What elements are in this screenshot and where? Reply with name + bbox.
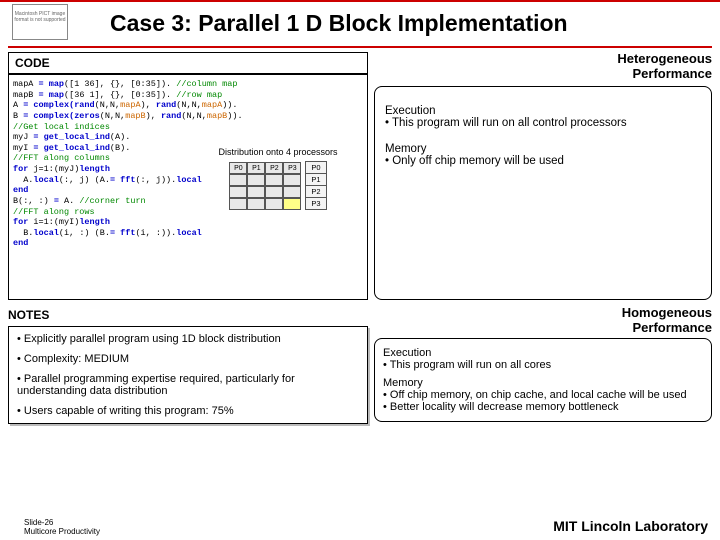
code-header: CODE bbox=[8, 52, 368, 74]
hetero-column: Heterogeneous Performance Execution • Th… bbox=[374, 52, 712, 300]
homo-exec-h: Execution bbox=[383, 347, 703, 359]
pict-placeholder: Macintosh PICT image format is not suppo… bbox=[12, 4, 68, 40]
notes-body: • Explicitly parallel program using 1D b… bbox=[8, 326, 368, 424]
footer-sub: Multicore Productivity bbox=[24, 527, 100, 536]
red-underline bbox=[8, 46, 712, 48]
homo-exec-b: • This program will run on all cores bbox=[383, 359, 703, 371]
slide-number: Slide-26 bbox=[24, 518, 100, 527]
hetero-exec-h: Execution bbox=[385, 105, 701, 117]
homo-column: Homogeneous Performance Execution • This… bbox=[374, 306, 712, 424]
row-top: CODE mapA = map([1 36], {}, [0:35]). //c… bbox=[8, 52, 712, 300]
footer-lab: MIT Lincoln Laboratory bbox=[553, 518, 708, 534]
hetero-header: Heterogeneous Performance bbox=[374, 52, 712, 82]
code-column: CODE mapA = map([1 36], {}, [0:35]). //c… bbox=[8, 52, 368, 300]
content-area: CODE mapA = map([1 36], {}, [0:35]). //c… bbox=[8, 52, 712, 512]
header: Macintosh PICT image format is not suppo… bbox=[0, 2, 720, 50]
row-bottom: NOTES • Explicitly parallel program usin… bbox=[8, 306, 712, 424]
slide-title: Case 3: Parallel 1 D Block Implementatio… bbox=[110, 10, 568, 37]
homo-mem-b1: • Off chip memory, on chip cache, and lo… bbox=[383, 389, 703, 401]
notes-header: NOTES bbox=[8, 306, 368, 326]
hetero-mem-h: Memory bbox=[385, 143, 701, 155]
notes-item: • Parallel programming expertise require… bbox=[17, 373, 359, 397]
homo-mem-h: Memory bbox=[383, 377, 703, 389]
distribution-diagram: Distribution onto 4 processors P0P1P2P3 … bbox=[195, 147, 361, 210]
dist-caption: Distribution onto 4 processors bbox=[195, 147, 361, 157]
homo-mem-b2: • Better locality will decrease memory b… bbox=[383, 401, 703, 413]
code-body: mapA = map([1 36], {}, [0:35]). //column… bbox=[8, 74, 368, 300]
homo-body: Execution • This program will run on all… bbox=[374, 338, 712, 422]
notes-column: NOTES • Explicitly parallel program usin… bbox=[8, 306, 368, 424]
footer-left: Slide-26 Multicore Productivity bbox=[24, 518, 100, 536]
hetero-mem-b: • Only off chip memory will be used bbox=[385, 155, 701, 167]
notes-item: • Users capable of writing this program:… bbox=[17, 405, 359, 417]
notes-item: • Explicitly parallel program using 1D b… bbox=[17, 333, 359, 345]
hetero-body: Execution • This program will run on all… bbox=[374, 86, 712, 300]
hetero-exec-b: • This program will run on all control p… bbox=[385, 117, 701, 129]
proc-table: P0P1P2P3 bbox=[305, 161, 326, 210]
footer: Slide-26 Multicore Productivity MIT Linc… bbox=[0, 514, 720, 536]
proc-grid: P0P1P2P3 bbox=[229, 162, 301, 210]
homo-header: Homogeneous Performance bbox=[374, 306, 712, 336]
notes-item: • Complexity: MEDIUM bbox=[17, 353, 359, 365]
